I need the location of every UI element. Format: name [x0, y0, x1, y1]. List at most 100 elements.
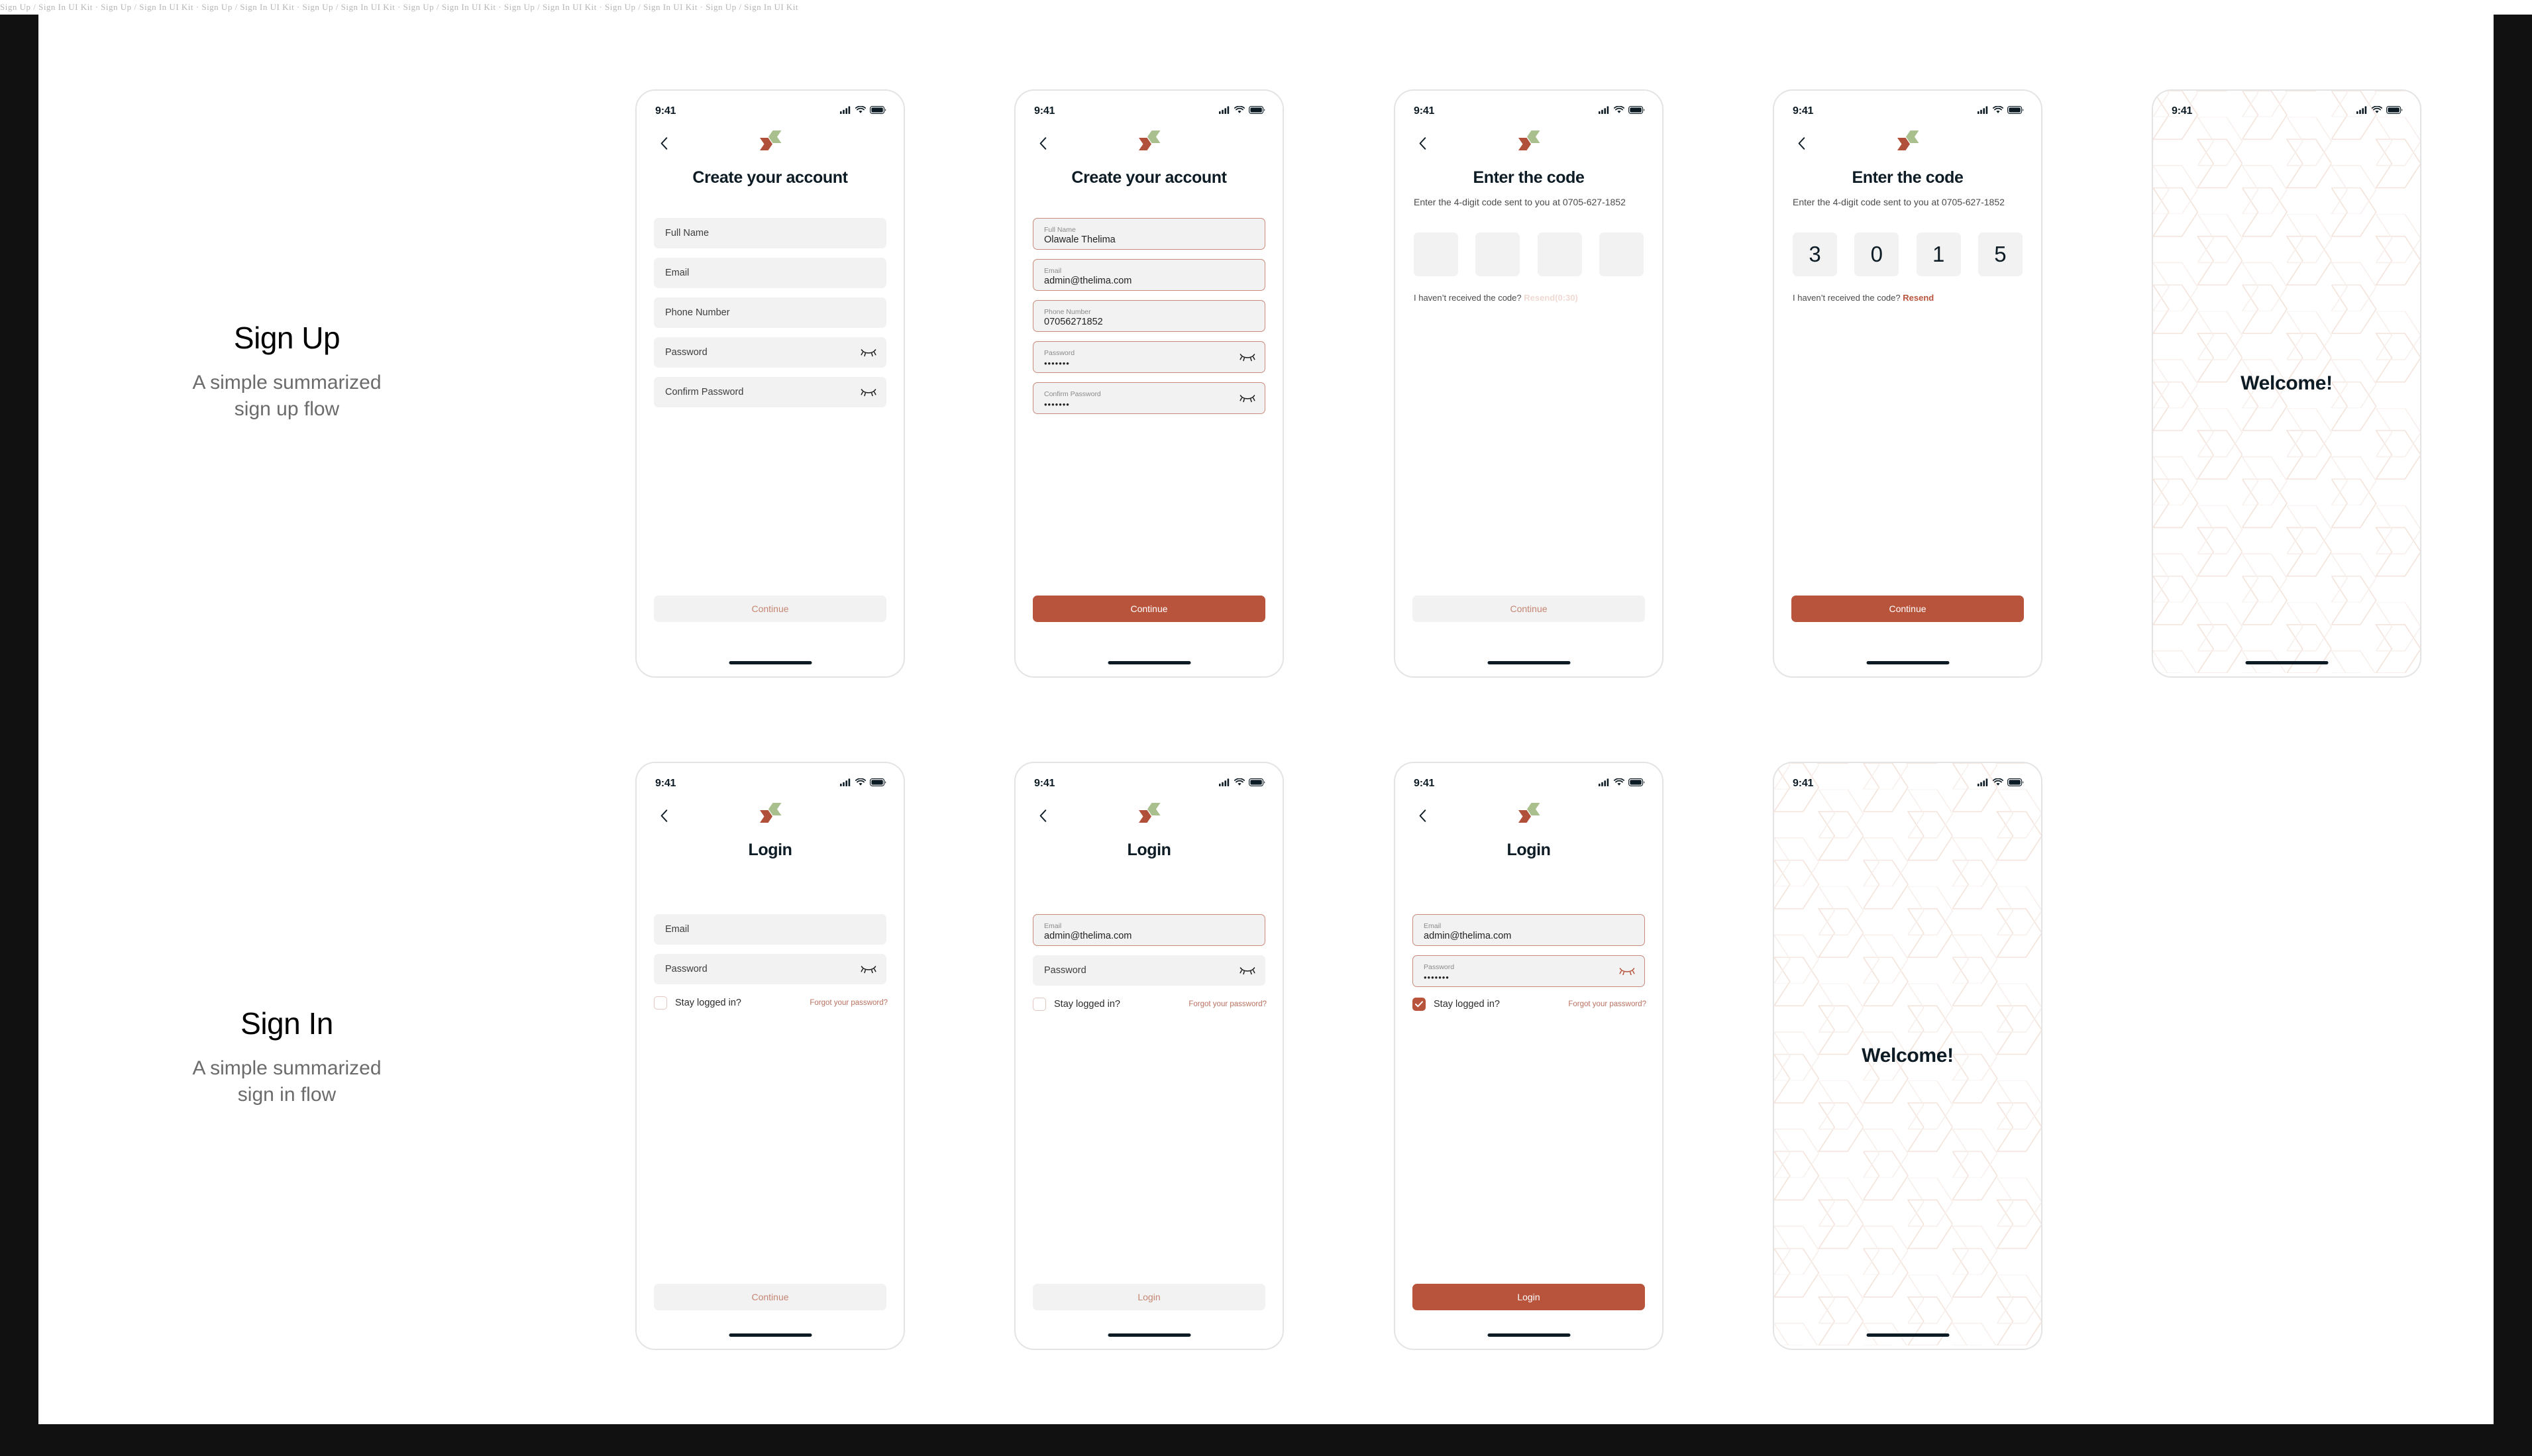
field-email[interactable]: Email — [654, 258, 886, 288]
resend-prefix: I haven’t received the code? — [1414, 293, 1522, 303]
section-subtitle: A simple summarized sign in flow — [192, 1057, 382, 1106]
forgot-password-link[interactable]: Forgot your password? — [810, 999, 888, 1007]
back-button[interactable] — [657, 134, 671, 152]
forgot-password-link[interactable]: Forgot your password? — [1188, 1000, 1267, 1008]
status-bar: 9:41 — [637, 763, 904, 794]
nav-row — [1016, 803, 1283, 832]
field-confirm-password[interactable]: Confirm Password — [654, 377, 886, 407]
page-title: Create your account — [1071, 168, 1227, 187]
back-button[interactable] — [657, 807, 671, 824]
battery-icon — [1628, 778, 1645, 790]
eye-off-icon[interactable] — [1619, 966, 1635, 976]
screen-login-email: 9:41 Login Email admin@thelima.com Passw… — [1016, 763, 1283, 1349]
screen-signup-empty: 9:41 Create your account Full Name Email… — [637, 91, 904, 676]
resend-prefix: I haven’t received the code? — [1793, 293, 1901, 303]
continue-button[interactable]: Continue — [1412, 596, 1645, 622]
continue-button[interactable]: Continue — [654, 596, 886, 622]
field-label: Password — [1044, 349, 1075, 358]
status-icons — [1978, 778, 2024, 790]
status-icons — [1219, 778, 1265, 790]
wifi-icon — [2371, 105, 2383, 117]
otp-digit-2[interactable]: 0 — [1854, 233, 1899, 276]
home-indicator — [1487, 661, 1570, 664]
phone-welcome-signup: 9:41 Welcome! — [2152, 89, 2421, 678]
status-time: 9:41 — [655, 778, 676, 789]
field-email[interactable]: Email admin@thelima.com — [1033, 914, 1265, 946]
status-bar: 9:41 — [2153, 91, 2420, 121]
brand-logo-icon — [1514, 801, 1544, 827]
status-bar: 9:41 — [1395, 91, 1662, 121]
battery-icon — [2386, 105, 2403, 117]
field-email[interactable]: Email admin@thelima.com — [1033, 259, 1265, 291]
phone-signup-empty: 9:41 Create your account Full Name Email… — [635, 89, 905, 678]
field-password[interactable]: Password — [654, 954, 886, 984]
field-phone-number[interactable]: Phone Number 07056271852 — [1033, 300, 1265, 332]
eye-off-icon[interactable] — [1240, 352, 1255, 362]
otp-digit-1[interactable] — [1414, 233, 1458, 276]
field-placeholder: Phone Number — [665, 307, 730, 318]
resend-row: I haven’t received the code? Resend — [1793, 293, 2025, 303]
continue-button[interactable]: Continue — [1791, 596, 2024, 622]
status-icons — [1599, 105, 1645, 117]
brand-logo-icon — [1893, 129, 1923, 155]
continue-button[interactable]: Continue — [1033, 596, 1265, 622]
stay-logged-in-checkbox[interactable] — [1033, 998, 1046, 1011]
eye-off-icon[interactable] — [861, 387, 876, 397]
resend-link[interactable]: Resend — [1903, 293, 1934, 303]
nav-row — [637, 130, 904, 160]
eye-off-icon[interactable] — [861, 347, 876, 358]
field-full-name[interactable]: Full Name — [654, 218, 886, 248]
back-button[interactable] — [1415, 134, 1430, 152]
field-placeholder: Confirm Password — [665, 387, 744, 397]
field-password[interactable]: Password ••••••• — [1412, 955, 1645, 987]
wifi-icon — [1234, 105, 1245, 117]
forgot-password-link[interactable]: Forgot your password? — [1568, 1000, 1646, 1008]
status-time: 9:41 — [1034, 105, 1055, 117]
login-button[interactable]: Login — [1412, 1284, 1645, 1310]
field-confirm-password[interactable]: Confirm Password ••••••• — [1033, 382, 1265, 414]
field-password[interactable]: Password ••••••• — [1033, 341, 1265, 373]
back-button[interactable] — [1415, 807, 1430, 824]
otp-digit-2[interactable] — [1475, 233, 1520, 276]
stay-logged-in-checkbox[interactable] — [654, 996, 667, 1010]
login-button[interactable]: Login — [1033, 1284, 1265, 1310]
wifi-icon — [1234, 778, 1245, 790]
field-value: ••••••• — [1044, 399, 1070, 409]
home-indicator — [1866, 1333, 1949, 1337]
field-value: ••••••• — [1044, 358, 1070, 368]
login-form: Email admin@thelima.com Password — [1033, 914, 1265, 995]
field-phone-number[interactable]: Phone Number — [654, 297, 886, 328]
otp-digit-4[interactable] — [1599, 233, 1644, 276]
eye-off-icon[interactable] — [861, 964, 876, 974]
back-button[interactable] — [1794, 134, 1809, 152]
otp-digit-4[interactable]: 5 — [1978, 233, 2023, 276]
otp-digit-3[interactable]: 1 — [1916, 233, 1961, 276]
field-value: admin@thelima.com — [1044, 276, 1132, 287]
eye-off-icon[interactable] — [1240, 965, 1255, 976]
stay-logged-in-row: Stay logged in? Forgot your password? — [1412, 998, 1646, 1011]
field-email[interactable]: Email — [654, 914, 886, 945]
wifi-icon — [1613, 778, 1625, 790]
continue-button[interactable]: Continue — [654, 1284, 886, 1310]
cellular-signal-icon — [1599, 105, 1610, 117]
battery-icon — [870, 105, 886, 117]
eye-off-icon[interactable] — [1240, 393, 1255, 403]
stay-logged-in-checkbox[interactable] — [1412, 998, 1426, 1011]
field-email[interactable]: Email admin@thelima.com — [1412, 914, 1645, 946]
field-full-name[interactable]: Full Name Olawale Thelima — [1033, 218, 1265, 250]
back-button[interactable] — [1035, 807, 1050, 824]
resend-link[interactable]: Resend(0:30) — [1524, 293, 1578, 303]
otp-subtitle: Enter the 4-digit code sent to you at 07… — [1414, 197, 1626, 207]
back-button[interactable] — [1035, 134, 1050, 152]
field-label: Password — [1424, 963, 1455, 972]
signup-form: Full Name Email Phone Number Password Co… — [654, 218, 886, 417]
login-form: Email admin@thelima.com Password ••••••• — [1412, 914, 1645, 996]
field-password[interactable]: Password — [654, 337, 886, 368]
cellular-signal-icon — [2356, 105, 2368, 117]
battery-icon — [1628, 105, 1645, 117]
otp-digit-3[interactable] — [1537, 233, 1582, 276]
watermark-text: Sign Up / Sign In UI Kit · Sign Up / Sig… — [0, 0, 2532, 15]
field-password[interactable]: Password — [1033, 955, 1265, 986]
nav-row — [1395, 803, 1662, 832]
otp-digit-1[interactable]: 3 — [1793, 233, 1837, 276]
